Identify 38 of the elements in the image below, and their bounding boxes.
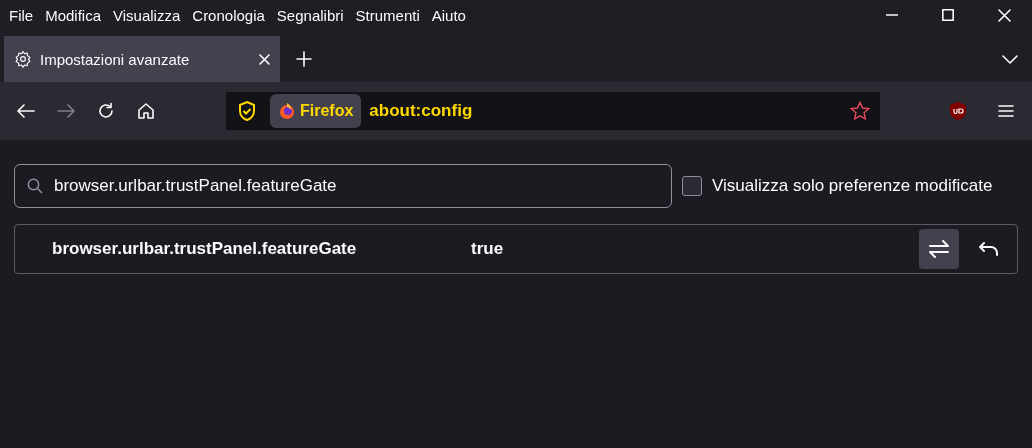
close-icon bbox=[997, 8, 1011, 22]
preference-name: browser.urlbar.trustPanel.featureGate bbox=[52, 239, 358, 259]
menu-item[interactable]: Segnalibri bbox=[271, 6, 349, 24]
identity-label: Firefox bbox=[300, 102, 354, 120]
tab-title: Impostazioni avanzate bbox=[40, 50, 191, 68]
shield-icon bbox=[949, 101, 967, 121]
fox-globe-icon bbox=[278, 102, 296, 120]
menu-item[interactable]: Strumenti bbox=[350, 6, 425, 24]
minimize-icon bbox=[886, 14, 898, 16]
reload-icon bbox=[97, 102, 115, 120]
checkbox-label[interactable]: Visualizza solo preferenze modificate bbox=[712, 176, 993, 196]
home-icon bbox=[137, 102, 155, 120]
search-field[interactable]: browser.urlbar.trustPanel.featureGate bbox=[14, 164, 672, 208]
toggle-button[interactable] bbox=[919, 229, 959, 269]
star-icon[interactable] bbox=[850, 101, 870, 121]
address-bar[interactable]: Firefox about:config bbox=[226, 92, 880, 130]
menu-item[interactable]: File bbox=[4, 6, 39, 24]
arrow-right-icon bbox=[57, 104, 75, 118]
chevron-down-icon bbox=[1002, 54, 1018, 64]
undo-icon bbox=[979, 242, 999, 256]
swap-icon bbox=[928, 240, 950, 258]
menu-item[interactable]: Cronologia bbox=[187, 6, 270, 24]
preference-value: true bbox=[471, 239, 504, 259]
checkbox[interactable] bbox=[682, 176, 702, 196]
plus-icon bbox=[296, 51, 312, 67]
maximize-icon bbox=[942, 9, 954, 21]
arrow-left-icon bbox=[17, 104, 35, 118]
shield-check-icon bbox=[236, 100, 258, 122]
identity-box[interactable]: Firefox bbox=[270, 94, 362, 128]
search-icon bbox=[27, 178, 43, 194]
menu-item[interactable]: Modifica bbox=[40, 6, 107, 24]
browser-tab[interactable]: Impostazioni avanzate bbox=[4, 36, 280, 82]
url-text: about:config bbox=[369, 101, 473, 121]
menu-item[interactable]: Visualizza bbox=[108, 6, 186, 24]
gear-icon bbox=[14, 50, 32, 68]
menu-icon bbox=[998, 104, 1014, 118]
close-icon[interactable] bbox=[259, 53, 270, 65]
menu-item[interactable]: Aiuto bbox=[426, 6, 471, 24]
